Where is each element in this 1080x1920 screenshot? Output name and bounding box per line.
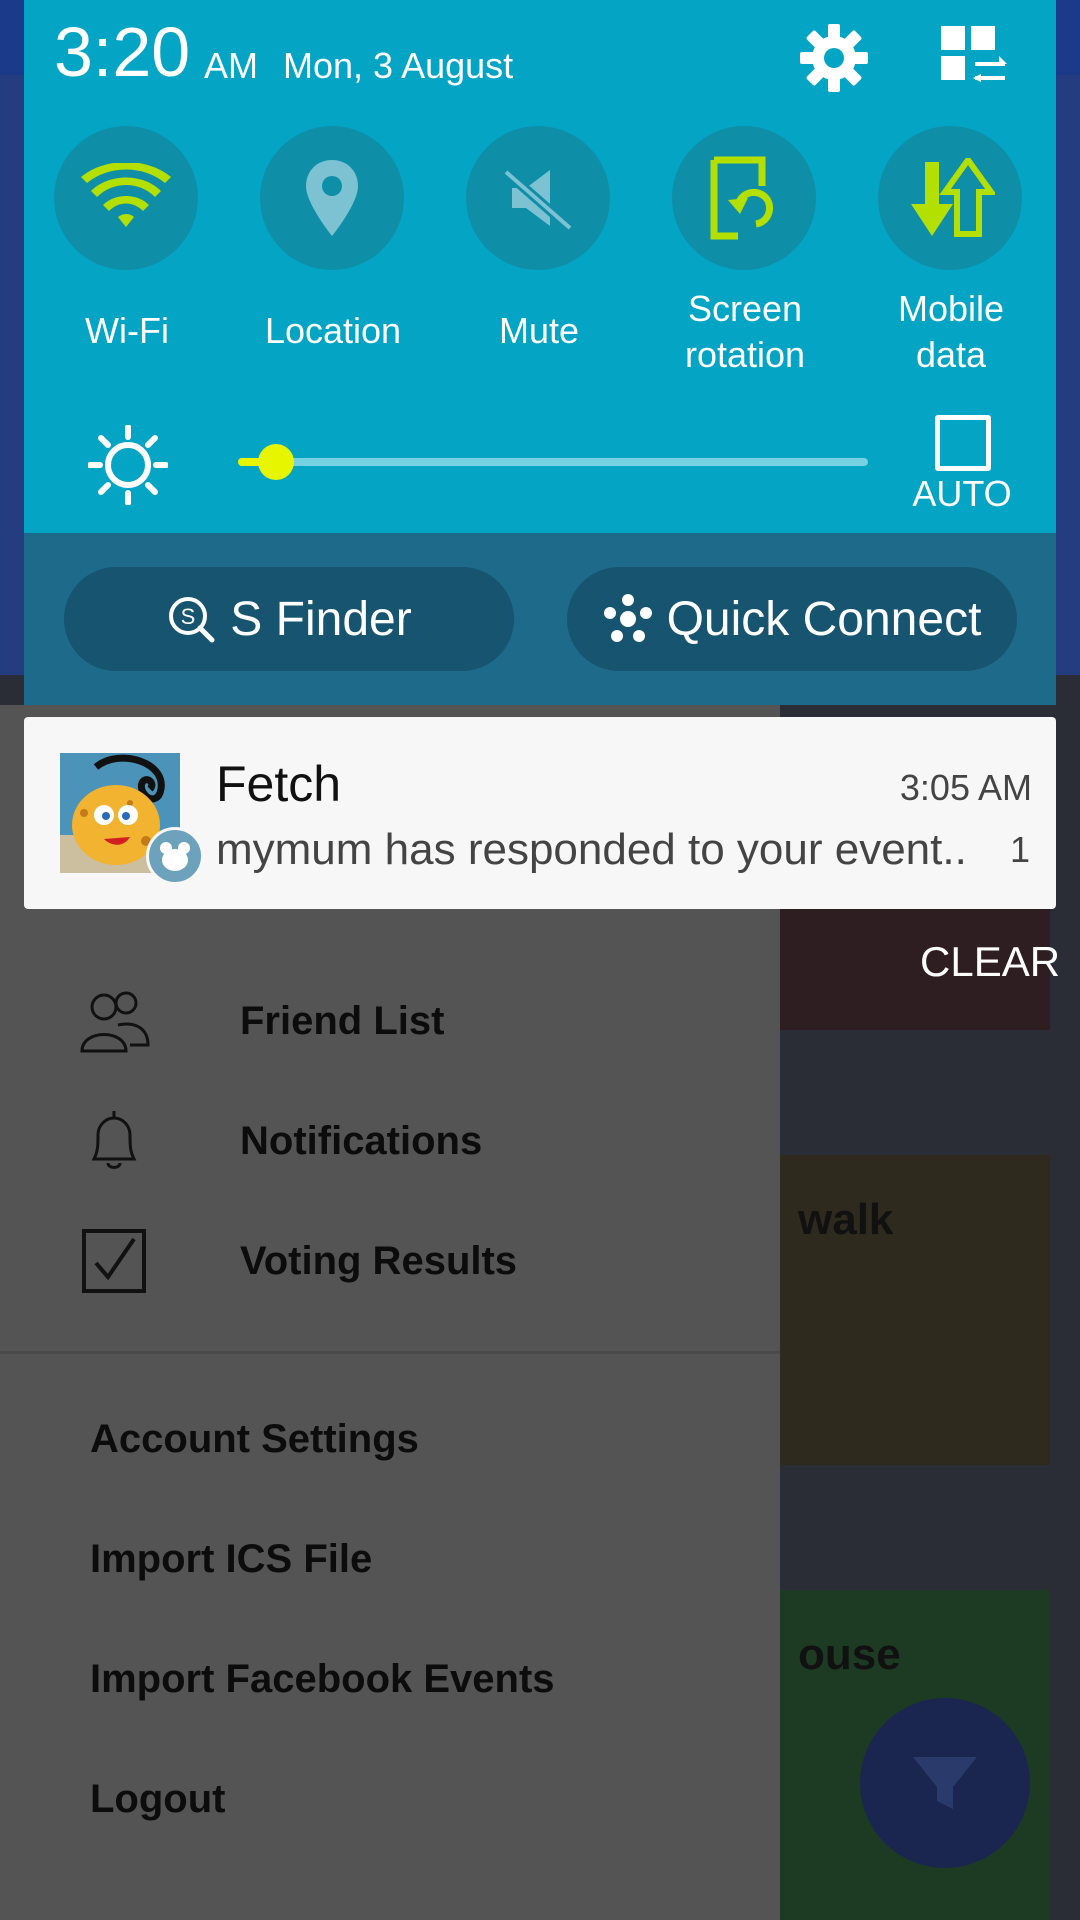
auto-brightness-checkbox[interactable] [935, 415, 991, 471]
drawer-item-label: Notifications [240, 1118, 483, 1163]
screen-rotation-toggle[interactable]: Screen rotation [672, 126, 818, 375]
notification-text: mymum has responded to your event.. [216, 825, 967, 874]
mobile-data-label-line2: data [915, 334, 987, 375]
import-ics-link[interactable]: Import ICS File [90, 1537, 372, 1582]
account-settings-link[interactable]: Account Settings [90, 1417, 419, 1462]
location-icon [306, 160, 358, 236]
mobile-data-icon [911, 158, 995, 237]
shortcut-bar: S S Finder Quick Connect [24, 533, 1056, 705]
clock-ampm: AM [204, 45, 258, 86]
notification-card[interactable]: Fetch 3:05 AM mymum has responded to you… [24, 717, 1056, 909]
gear-icon [800, 24, 868, 92]
notification-count: 1 [1009, 829, 1030, 870]
bell-icon [78, 1105, 150, 1177]
wifi-label: Wi-Fi [85, 310, 169, 351]
drawer-divider [0, 1351, 780, 1354]
import-facebook-events-link[interactable]: Import Facebook Events [90, 1657, 555, 1702]
svg-text:S: S [181, 604, 196, 629]
wifi-icon [81, 163, 171, 227]
quick-connect-label: Quick Connect [666, 592, 982, 646]
brightness-slider[interactable] [238, 444, 868, 480]
app-badge-icon [146, 827, 204, 885]
notification-time: 3:05 AM [899, 767, 1032, 808]
s-finder-icon: S [166, 594, 216, 644]
event-card-title: walk [798, 1195, 894, 1244]
s-finder-label: S Finder [230, 592, 412, 646]
location-toggle[interactable]: Location [260, 126, 406, 351]
screen-rotation-icon [710, 156, 774, 240]
brightness-slider-thumb[interactable] [257, 444, 294, 480]
s-finder-button[interactable]: S S Finder [64, 567, 514, 671]
edit-quick-settings-button[interactable] [937, 22, 1009, 94]
drawer-item-label: Friend List [240, 998, 445, 1043]
drawer-item-voting-results[interactable]: Voting Results [0, 1206, 780, 1316]
screen-rotation-label-line1: Screen [687, 288, 803, 329]
drawer-item-friend-list[interactable]: Friend List [0, 966, 780, 1076]
mute-icon [502, 168, 574, 232]
wifi-toggle[interactable]: Wi-Fi [54, 126, 200, 351]
notification-app-name: Fetch [216, 756, 342, 812]
mobile-data-label-line1: Mobile [897, 288, 1005, 329]
mobile-data-toggle[interactable]: Mobile data [878, 126, 1024, 375]
quick-connect-icon [603, 594, 653, 644]
clock: 3:20 [54, 13, 191, 91]
grid-edit-icon [941, 26, 1007, 82]
quick-connect-button[interactable]: Quick Connect [567, 567, 1017, 671]
event-card[interactable]: walk [780, 1155, 1050, 1465]
filter-icon [913, 1757, 977, 1809]
clear-notifications-button[interactable]: CLEAR [920, 938, 1060, 986]
quick-settings-panel: 3:20 AM Mon, 3 August Wi-Fi Location Mut… [24, 0, 1056, 533]
event-card-title: ouse [798, 1630, 901, 1679]
settings-button[interactable] [796, 20, 872, 96]
screen-rotation-label-line2: rotation [684, 334, 806, 375]
brightness-icon [87, 424, 169, 506]
drawer-item-notifications[interactable]: Notifications [0, 1086, 780, 1196]
drawer-item-label: Voting Results [240, 1238, 518, 1283]
logout-link[interactable]: Logout [90, 1777, 226, 1822]
mute-toggle[interactable]: Mute [466, 126, 612, 351]
location-label: Location [264, 310, 402, 351]
mute-label: Mute [498, 310, 580, 351]
friends-icon [78, 985, 150, 1057]
filter-button[interactable] [860, 1698, 1030, 1868]
date: Mon, 3 August [283, 45, 514, 86]
auto-brightness-label: AUTO [912, 473, 1012, 514]
checkbox-icon [78, 1225, 150, 1297]
